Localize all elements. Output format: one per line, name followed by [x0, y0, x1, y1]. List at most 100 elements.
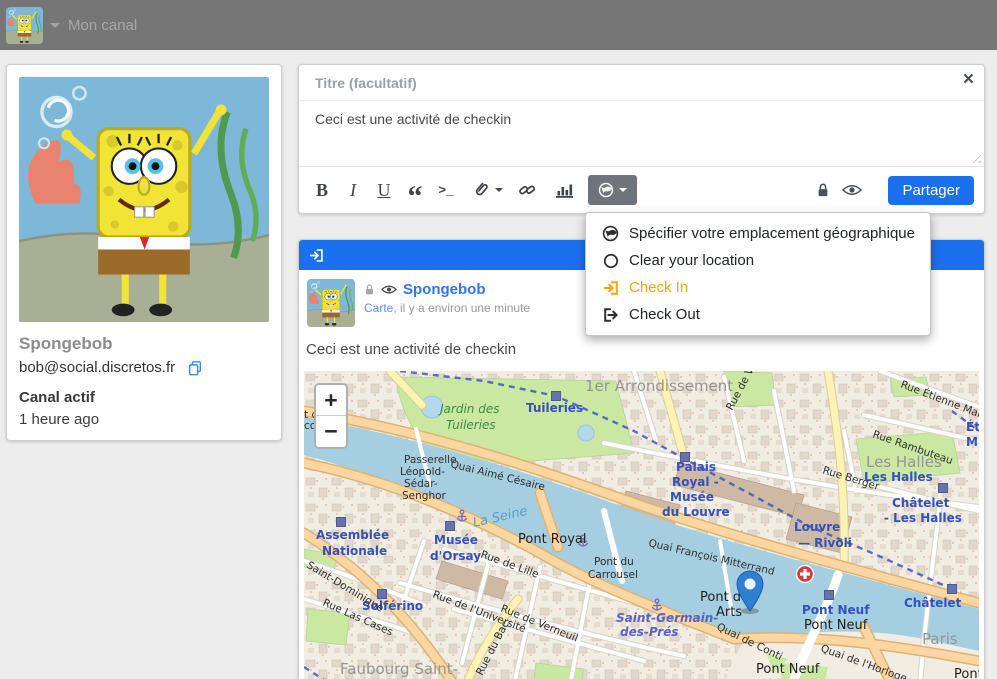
metro-station-icon: [552, 392, 561, 401]
bold-button[interactable]: B: [309, 175, 335, 205]
map-canvas: 1er ArrondissementTuileriesJardin desTui…: [304, 371, 979, 679]
map-label: Éti: [966, 419, 979, 434]
channel-avatar[interactable]: [6, 7, 43, 44]
channel-status-title: Canal actif: [19, 389, 269, 406]
map-label: Arts: [716, 605, 742, 620]
map-label: Les Halles: [866, 453, 942, 471]
sign-in-icon: [309, 248, 324, 263]
poll-button[interactable]: [551, 175, 577, 205]
profile-photo[interactable]: [19, 77, 269, 322]
globe-icon: [601, 225, 620, 242]
map-label: Musée: [670, 490, 714, 504]
channel-menu-label[interactable]: Mon canal: [68, 17, 137, 34]
preview-button[interactable]: [842, 183, 862, 197]
post-location-link[interactable]: Carte: [364, 301, 393, 315]
metro-station-icon: [825, 591, 834, 600]
map-label: Châtelet: [904, 596, 962, 610]
profile-name: Spongebob: [19, 334, 269, 354]
map-label: Pont Neuf: [804, 618, 868, 633]
map-label: Faubourg Saint-: [340, 660, 458, 678]
share-button[interactable]: Partager: [888, 176, 974, 205]
location-menu-button[interactable]: [588, 175, 637, 205]
map-label: M: [966, 435, 978, 449]
attach-button[interactable]: [472, 175, 503, 205]
post-author-avatar[interactable]: [307, 279, 355, 327]
map-label: Assemblée: [316, 528, 389, 542]
map-label: Sédar-: [404, 478, 438, 490]
profile-address: bob@social.discretos.fr: [19, 359, 175, 376]
map-label: — Rivoli: [798, 536, 852, 550]
map-label: Léopold-: [400, 466, 445, 478]
chevron-down-icon[interactable]: [50, 23, 60, 28]
post-composer: × Ceci est une activité de checkin B I U…: [298, 64, 985, 214]
map-label: Tuileries: [526, 401, 583, 415]
main-column: × Ceci est une activité de checkin B I U…: [298, 64, 985, 679]
map-label: Palais: [676, 460, 716, 474]
post-body-input[interactable]: Ceci est une activité de checkin: [299, 101, 984, 166]
sign-in-icon: [601, 280, 620, 296]
menu-item-check-in[interactable]: Check In: [586, 274, 930, 301]
bar-chart-icon: [555, 182, 574, 199]
circle-o-icon: [601, 253, 620, 269]
link-button[interactable]: [514, 175, 540, 205]
map-label: 1er Arrondissement: [585, 377, 733, 395]
zoom-in-button[interactable]: +: [316, 385, 346, 416]
map-label: Jardin des: [438, 402, 499, 416]
map-label: Royal -: [672, 475, 719, 489]
chevron-down-icon: [619, 188, 627, 192]
metro-station-icon: [948, 585, 957, 594]
composer-toolbar: B I U “ >_: [299, 167, 984, 213]
menu-item-set-location[interactable]: Spécifier votre emplacement géographique: [586, 220, 930, 247]
map-label: Tuileries: [446, 418, 496, 432]
globe-icon: [598, 182, 614, 198]
post-author-link[interactable]: Spongebob: [403, 281, 486, 298]
metro-station-icon: [446, 522, 455, 531]
zoom-out-button[interactable]: −: [316, 416, 346, 447]
map-label: Pont Royal: [518, 532, 586, 547]
map-label: Pont du: [594, 556, 634, 568]
post-title-input[interactable]: [299, 65, 916, 100]
location-dropdown-menu: Spécifier votre emplacement géographique…: [585, 212, 931, 336]
map-label: Châtelet: [892, 496, 950, 510]
map-zoom-control: + −: [314, 383, 348, 449]
map[interactable]: + −: [304, 371, 979, 679]
map-label: Pont Neuf: [802, 603, 870, 617]
map-label: Pont Neuf: [756, 662, 820, 677]
copy-icon[interactable]: [187, 360, 203, 376]
map-label: - Les Halles: [884, 511, 962, 525]
metro-station-icon: [337, 518, 346, 527]
link-icon: [518, 181, 536, 199]
quote-button[interactable]: “: [402, 175, 428, 205]
permissions-lock-button[interactable]: [816, 182, 830, 198]
eye-icon: [381, 284, 397, 295]
map-label: du Louvre: [662, 505, 730, 519]
page: Mon canal Spongebob bob@social.discretos…: [0, 0, 997, 679]
map-label: des-Prés: [620, 625, 678, 639]
code-button[interactable]: >_: [433, 175, 459, 205]
menu-item-check-out[interactable]: Check Out: [586, 301, 930, 328]
profile-card: Spongebob bob@social.discretos.fr Canal …: [6, 64, 282, 441]
eye-icon: [842, 183, 862, 197]
map-label: Saint-Germain-: [616, 611, 718, 625]
map-label: Senghor: [402, 490, 447, 502]
paperclip-icon: [468, 177, 493, 202]
chevron-down-icon: [495, 188, 503, 192]
map-label: Pont: [954, 667, 979, 679]
underline-button[interactable]: U: [371, 175, 397, 205]
map-label: Louvre: [794, 520, 840, 534]
channel-status-time: 1 heure ago: [19, 411, 269, 428]
metro-station-icon: [939, 484, 948, 493]
post-timestamp: , il y a environ une minute: [393, 301, 530, 315]
lock-icon: [816, 182, 830, 198]
menu-item-clear-location[interactable]: Clear your location: [586, 247, 930, 274]
map-label: Musée: [434, 533, 478, 547]
map-label: Carrousel: [588, 569, 638, 581]
map-label: d'Orsay: [430, 549, 481, 563]
metro-station-icon: [378, 590, 387, 599]
sign-out-icon: [601, 307, 620, 323]
italic-button[interactable]: I: [340, 175, 366, 205]
map-label: Nationale: [322, 544, 387, 558]
lock-icon: [364, 283, 375, 296]
map-label: Passerelle: [404, 454, 457, 466]
close-icon[interactable]: ×: [963, 70, 974, 89]
